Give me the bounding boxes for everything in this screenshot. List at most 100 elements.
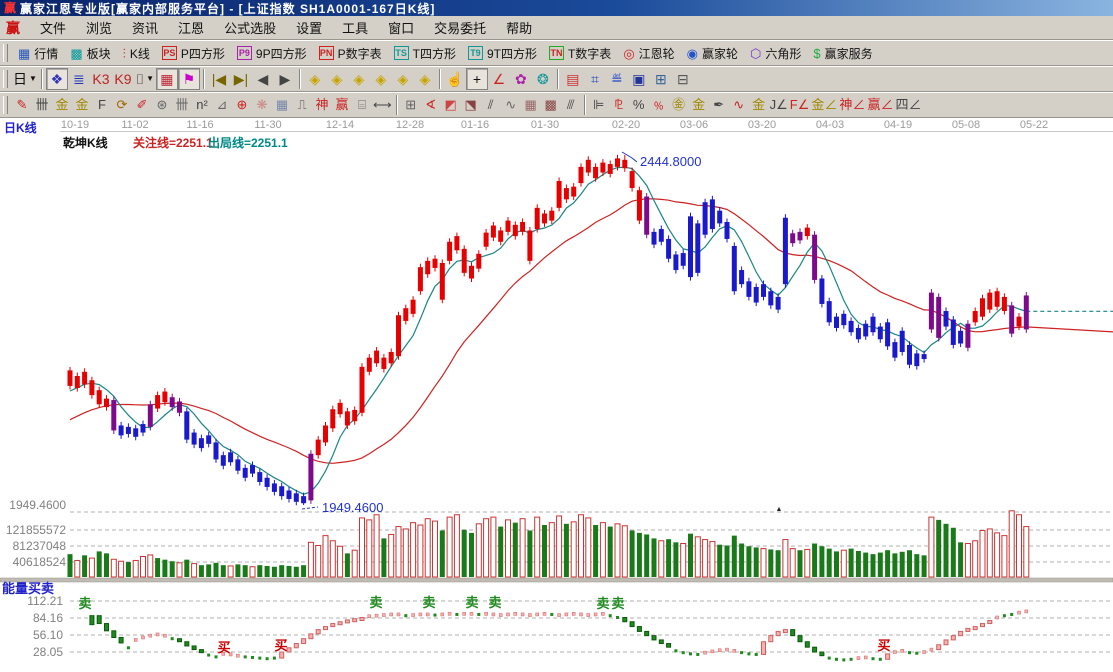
diamond-tool-1-icon[interactable]: ◈: [304, 68, 326, 90]
fine-grid-icon[interactable]: ▦: [521, 95, 541, 115]
grid-small-icon[interactable]: 卌: [32, 95, 52, 115]
k-mark-icon[interactable]: ⎍: [292, 95, 312, 115]
five-spiral-icon[interactable]: ⟳: [112, 95, 132, 115]
save-icon[interactable]: ▣: [628, 68, 650, 90]
diamond-tool-4-icon[interactable]: ◈: [370, 68, 392, 90]
red-wave-icon[interactable]: ∿: [729, 95, 749, 115]
diamond-tool-2-icon[interactable]: ◈: [326, 68, 348, 90]
notes-icon[interactable]: ≝: [606, 68, 628, 90]
span-arrows-icon[interactable]: ⟷: [372, 95, 393, 115]
info-doc-icon[interactable]: ≣: [68, 68, 90, 90]
first-bar-icon[interactable]: |◀: [208, 68, 230, 90]
scale-ruler-icon[interactable]: ⊫: [589, 95, 609, 115]
gann-wheel-button[interactable]: ◎江恩轮: [617, 43, 680, 64]
f-grid-icon[interactable]: F: [92, 95, 112, 115]
j-angle-icon[interactable]: J∠: [769, 95, 789, 115]
parallels-icon[interactable]: ⫻: [561, 95, 581, 115]
four-angle-icon[interactable]: 四∠: [894, 95, 922, 115]
angle-measure-icon[interactable]: ∠: [488, 68, 510, 90]
red-brush-icon[interactable]: ✐: [132, 95, 152, 115]
crosshair-icon[interactable]: +: [466, 68, 488, 90]
win-angle-icon[interactable]: 赢∠: [866, 95, 894, 115]
hexagon-button[interactable]: ⬡六角形: [744, 43, 807, 64]
wave3-icon[interactable]: K3: [90, 68, 112, 90]
chart-area[interactable]: 10-1911-0211-1611-3012-1412-2801-1601-30…: [0, 118, 1113, 672]
candle-style-icon[interactable]: ⌷▼: [134, 68, 156, 90]
menu-item-5[interactable]: 设置: [286, 19, 332, 38]
fan-box-icon[interactable]: ◩: [441, 95, 461, 115]
wave9-icon[interactable]: K9: [112, 68, 134, 90]
gold-level-icon[interactable]: 金: [749, 95, 769, 115]
draw-pen-icon[interactable]: ✎: [12, 95, 32, 115]
brain-tool-icon[interactable]: ❂: [532, 68, 554, 90]
diamond-tool-5-icon[interactable]: ◈: [392, 68, 414, 90]
t-percent-icon[interactable]: ⅊: [609, 95, 629, 115]
fan-slant-icon[interactable]: ⬔: [461, 95, 481, 115]
grid-123-icon[interactable]: ⌸: [352, 95, 372, 115]
n-squared-icon[interactable]: n²: [192, 95, 212, 115]
zigzag-icon[interactable]: ∿: [501, 95, 521, 115]
gold-angle-icon[interactable]: 金∠: [810, 95, 838, 115]
snowflake-icon[interactable]: ❋: [252, 95, 272, 115]
shen-angle-icon[interactable]: 神∠: [838, 95, 866, 115]
sectors-button[interactable]: ▩板块: [64, 43, 116, 64]
menu-item-1[interactable]: 浏览: [76, 19, 122, 38]
volume-bar: [396, 527, 401, 577]
menu-item-6[interactable]: 工具: [332, 19, 378, 38]
quotes-button[interactable]: ▦行情: [12, 43, 64, 64]
p-square-button[interactable]: PSP四方形: [156, 43, 231, 64]
web-box-icon[interactable]: ▦: [272, 95, 292, 115]
pattern-red-icon[interactable]: ▦: [156, 68, 178, 90]
menu-item-0[interactable]: 文件: [30, 19, 76, 38]
gold-grid-b-icon[interactable]: 金: [72, 95, 92, 115]
last-bar-icon[interactable]: ▶|: [230, 68, 252, 90]
diamond-tool-6-icon[interactable]: ◈: [414, 68, 436, 90]
formula-flag-icon[interactable]: ⚑: [178, 68, 200, 90]
fine-grid2-icon[interactable]: ▩: [541, 95, 561, 115]
pane-separator[interactable]: [0, 578, 1113, 582]
red-target-icon[interactable]: ⊕: [232, 95, 252, 115]
box-tool-icon[interactable]: ⊞: [401, 95, 421, 115]
remote-icon[interactable]: ⊟: [672, 68, 694, 90]
prev-bar-icon[interactable]: ◀: [252, 68, 274, 90]
p9-square-button[interactable]: P99P四方形: [231, 43, 313, 64]
next-bar-icon[interactable]: ▶: [274, 68, 296, 90]
t-digit-button[interactable]: TNT数字表: [543, 43, 617, 64]
menu-item-3[interactable]: 江恩: [168, 19, 214, 38]
t-square-button[interactable]: TST四方形: [388, 43, 462, 64]
drawing-toolbar: ✎卌金金F⟳✐⊛卌n²⊿⊕❋▦⎍神赢⌸⟷⊞∢◩⬔⫽∿▦▩⫻⊫⅊%﹪㊎金✒∿金J∠…: [0, 92, 1113, 118]
p-digit-button[interactable]: PNP数字表: [313, 43, 388, 64]
hand-drag-icon[interactable]: ☝: [444, 68, 466, 90]
f-angle-icon[interactable]: F∠: [789, 95, 811, 115]
t9-square-button[interactable]: T99T四方形: [462, 43, 543, 64]
gold-circle-icon[interactable]: ㊎: [669, 95, 689, 115]
gold-grid-a-icon[interactable]: 金: [52, 95, 72, 115]
menu-item-9[interactable]: 帮助: [496, 19, 542, 38]
kline-button[interactable]: ⫶K线: [117, 43, 156, 64]
pattern-blue-icon[interactable]: ❖: [46, 68, 68, 90]
diamond-tool-3-icon[interactable]: ◈: [348, 68, 370, 90]
ink-pen-icon[interactable]: ✒: [709, 95, 729, 115]
winner-service-button[interactable]: $赢家服务: [807, 43, 878, 64]
angle-flip-icon[interactable]: ⊿: [212, 95, 232, 115]
percent-icon[interactable]: %: [629, 95, 649, 115]
winner-wheel-button[interactable]: ◉赢家轮: [681, 43, 744, 64]
win-grid-icon[interactable]: 赢: [332, 95, 352, 115]
menu-item-4[interactable]: 公式选股: [214, 19, 286, 38]
seal-tool-icon[interactable]: ✿: [510, 68, 532, 90]
shen-grid-icon[interactable]: 神: [312, 95, 332, 115]
gold-line-icon[interactable]: 金: [689, 95, 709, 115]
menu-item-2[interactable]: 资讯: [122, 19, 168, 38]
fan-red-icon[interactable]: ∢: [421, 95, 441, 115]
tick-ruler-icon[interactable]: 卌: [172, 95, 192, 115]
angle-rays-icon[interactable]: ⫽: [481, 95, 501, 115]
menu-item-7[interactable]: 窗口: [378, 19, 424, 38]
kline-chart[interactable]: 10-1911-0211-1611-3012-1412-2801-1601-30…: [0, 118, 1113, 672]
net-query-icon[interactable]: ⊞: [650, 68, 672, 90]
circle-ticks-icon[interactable]: ⊛: [152, 95, 172, 115]
calculator-icon[interactable]: ⌗: [584, 68, 606, 90]
menu-item-8[interactable]: 交易委托: [424, 19, 496, 38]
percent-line-icon[interactable]: ﹪: [649, 95, 669, 115]
period-selector[interactable]: 日▼: [12, 68, 38, 90]
calendar-icon[interactable]: ▤: [562, 68, 584, 90]
